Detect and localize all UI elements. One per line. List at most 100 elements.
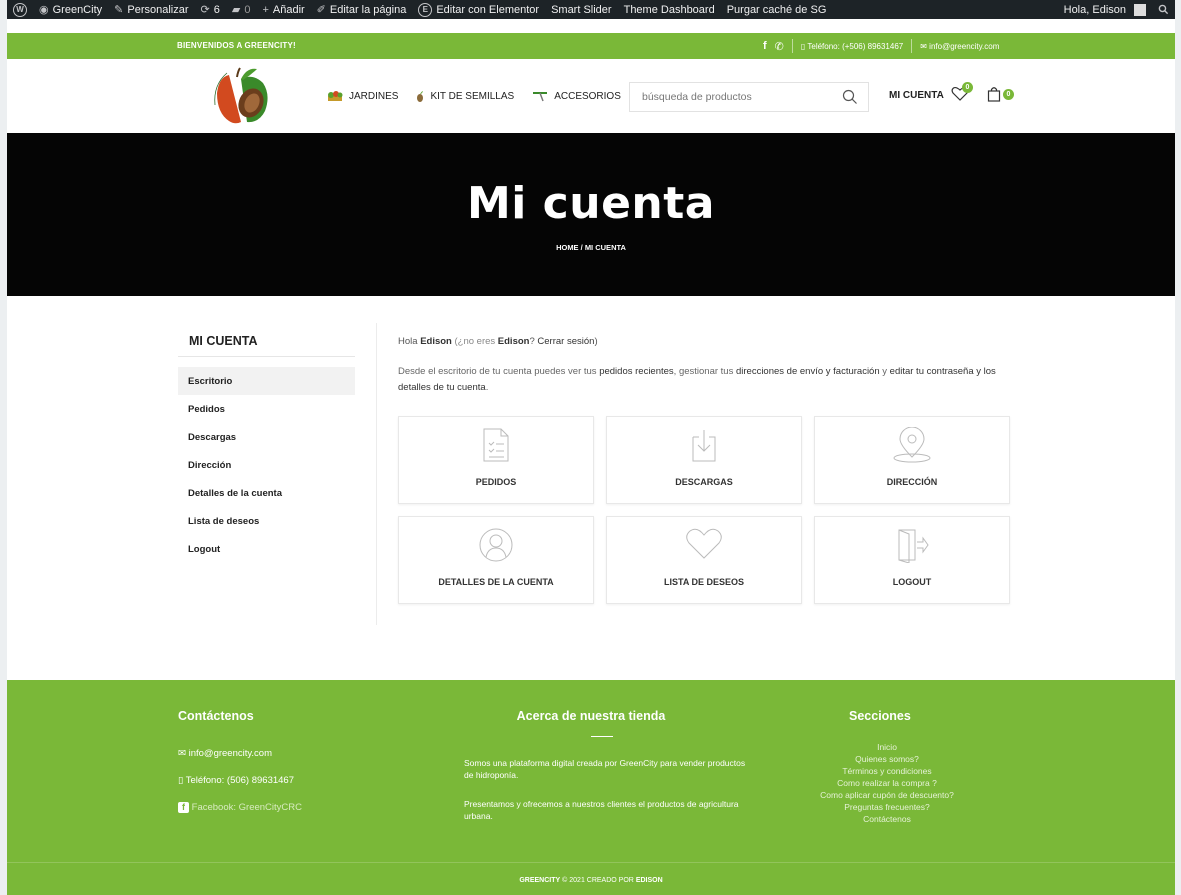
page-frame: W ◉ GreenCity ✎ Personalizar ⟳ 6 ▰ 0 + Añadir… — [0, 0, 1181, 895]
nav-item-jardines[interactable]: JARDINES — [327, 90, 398, 102]
phone-icon: ▯ — [178, 775, 186, 786]
account-nav-direccion[interactable]: Dirección — [178, 451, 355, 479]
footer-about-text: Somos una plataforma digital creada por … — [464, 758, 746, 780]
site-footer: Contáctenos ✉ info@greencity.com ▯ Teléf… — [7, 680, 1175, 895]
divider — [591, 736, 613, 737]
account-nav: Escritorio Pedidos Descargas Dirección D… — [178, 367, 355, 563]
my-account-link[interactable]: MI CUENTA — [889, 90, 944, 101]
customize-link[interactable]: ✎ Personalizar — [108, 0, 194, 19]
tile-pedidos[interactable]: PEDIDOS — [398, 416, 594, 504]
footer-link[interactable]: Inicio — [787, 741, 987, 753]
footer-sections: Inicio Quienes somos? Términos y condici… — [787, 741, 987, 825]
footer-link[interactable]: Como aplicar cupón de descuento? — [787, 789, 987, 801]
add-new-link[interactable]: + Añadir — [256, 0, 310, 19]
wordpress-logo-button[interactable]: W — [7, 0, 33, 19]
divider — [376, 323, 377, 625]
page-hero: Mi cuenta HOME / MI CUENTA — [7, 133, 1175, 296]
nav-label: ACCESORIOS — [554, 90, 621, 102]
recent-orders-link[interactable]: pedidos recientes — [599, 366, 673, 377]
user-icon — [479, 528, 513, 562]
wishlist-button[interactable]: 0 — [951, 82, 973, 107]
theme-dashboard-link[interactable]: Theme Dashboard — [618, 0, 721, 19]
tile-label: LOGOUT — [892, 577, 932, 587]
welcome-text: BIENVENIDOS A GREENCITY! — [177, 41, 296, 50]
desc-text: . — [485, 382, 489, 393]
account-nav-descargas[interactable]: Descargas — [178, 423, 355, 451]
footer-about: Somos una plataforma digital creada por … — [464, 757, 754, 839]
updates-count: 6 — [213, 3, 220, 16]
desc-text: Desde el escritorio de tu cuenta puedes … — [398, 366, 597, 377]
site-name-link[interactable]: ◉ GreenCity — [33, 0, 108, 19]
tile-detalles-cuenta[interactable]: DETALLES DE LA CUENTA — [398, 516, 594, 604]
tools-icon — [533, 92, 548, 102]
tile-direccion[interactable]: DIRECCIÓN — [814, 416, 1010, 504]
purge-cache-link[interactable]: Purgar caché de SG — [721, 0, 833, 19]
cart-button[interactable]: 0 — [987, 86, 1014, 107]
account-nav-pedidos[interactable]: Pedidos — [178, 395, 355, 423]
brush-icon: ✎ — [114, 4, 124, 16]
site-logo[interactable] — [207, 65, 277, 127]
whatsapp-icon[interactable]: ✆ — [775, 40, 784, 53]
top-info-bar: BIENVENIDOS A GREENCITY! f ✆ ▯ Teléfono:… — [7, 33, 1175, 59]
topbar-phone-text: Teléfono: (+506) 89631467 — [807, 41, 904, 51]
heart-icon — [686, 528, 722, 559]
smart-slider-link[interactable]: Smart Slider — [545, 0, 618, 19]
addresses-link[interactable]: direcciones de envío y facturación — [736, 366, 880, 377]
copyright-author[interactable]: EDISON — [636, 877, 663, 884]
wishlist-count-badge: 0 — [962, 82, 973, 93]
footer-link[interactable]: Como realizar la compra ? — [787, 777, 987, 789]
edit-page-link[interactable]: ✐ Editar la página — [311, 0, 413, 19]
edit-page-label: Editar la página — [329, 3, 407, 16]
search-placeholder: búsqueda de productos — [642, 91, 752, 103]
footer-copyright: GREENCITY © 2021 CREADO POR EDISON — [7, 877, 1175, 884]
shopping-bag-icon — [987, 87, 1001, 102]
footer-contact: ✉ info@greencity.com ▯ Teléfono: (506) 8… — [178, 740, 302, 821]
desc-text: , gestionar tus — [673, 366, 734, 377]
search-icon[interactable] — [842, 89, 858, 105]
comments-count: 0 — [244, 3, 251, 16]
footer-link[interactable]: Quienes somos? — [787, 753, 987, 765]
divider — [178, 356, 355, 357]
admin-search-button[interactable] — [1152, 0, 1175, 19]
account-nav-logout[interactable]: Logout — [178, 535, 355, 563]
smart-slider-label: Smart Slider — [551, 3, 612, 16]
edit-elementor-link[interactable]: E Editar con Elementor — [412, 0, 545, 19]
account-greeting: Hola Edison (¿no eres Edison? Cerrar ses… — [398, 336, 598, 347]
logout-link[interactable]: Cerrar sesión — [537, 336, 594, 347]
footer-link[interactable]: Preguntas frecuentes? — [787, 801, 987, 813]
main-nav: JARDINES KIT DE SEMILLAS ACCESORIOS — [327, 90, 621, 102]
tile-descargas[interactable]: DESCARGAS — [606, 416, 802, 504]
footer-sections-title: Secciones — [849, 709, 911, 723]
account-nav-escritorio[interactable]: Escritorio — [178, 367, 355, 395]
page-title: Mi cuenta — [467, 178, 715, 229]
account-sidebar-title: MI CUENTA — [189, 334, 258, 348]
footer-phone-text: Teléfono: (506) 89631467 — [185, 775, 294, 786]
tile-label: LISTA DE DESEOS — [663, 577, 744, 587]
tile-logout[interactable]: LOGOUT — [814, 516, 1010, 604]
tile-label: DESCARGAS — [675, 477, 733, 487]
footer-link[interactable]: Términos y condiciones — [787, 765, 987, 777]
footer-facebook[interactable]: f Facebook: GreenCityCRC — [178, 794, 302, 821]
copyright-text: 2021 CREADO POR — [569, 877, 634, 884]
account-nav-detalles[interactable]: Detalles de la cuenta — [178, 479, 355, 507]
updates-link[interactable]: ⟳ 6 — [195, 0, 226, 19]
account-nav-lista-deseos[interactable]: Lista de deseos — [178, 507, 355, 535]
footer-facebook-text: Facebook: GreenCityCRC — [191, 802, 302, 813]
tile-lista-deseos[interactable]: LISTA DE DESEOS — [606, 516, 802, 604]
topbar-email[interactable]: ✉ info@greencity.com — [920, 42, 999, 51]
nav-item-kit-de-semillas[interactable]: KIT DE SEMILLAS — [416, 90, 514, 102]
not-you-name: Edison — [497, 336, 530, 347]
nav-item-accesorios[interactable]: ACCESORIOS — [532, 90, 621, 102]
comment-icon: ▰ — [231, 4, 241, 16]
comments-link[interactable]: ▰ 0 — [226, 0, 257, 19]
product-search-input[interactable]: búsqueda de productos — [629, 82, 869, 112]
greeting-label: Hola, Edison — [1063, 3, 1126, 16]
footer-link[interactable]: Contáctenos — [787, 813, 987, 825]
user-greeting-link[interactable]: Hola, Edison — [1058, 0, 1152, 19]
wordpress-icon: W — [13, 2, 27, 17]
breadcrumb: HOME / MI CUENTA — [556, 243, 626, 252]
footer-email[interactable]: ✉ info@greencity.com — [178, 740, 302, 767]
facebook-icon: f — [178, 802, 189, 813]
facebook-icon[interactable]: f — [763, 40, 767, 52]
mail-icon: ✉ — [920, 41, 930, 51]
